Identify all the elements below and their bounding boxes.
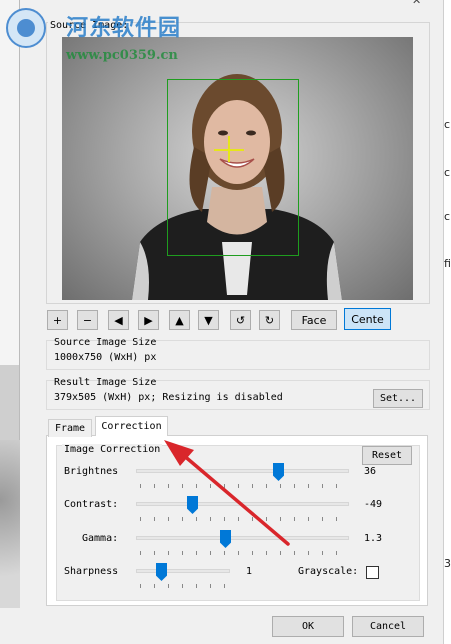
cancel-button[interactable]: Cancel	[352, 616, 424, 637]
brightness-value: 36	[364, 466, 377, 477]
zoom-in-button[interactable]: +	[47, 310, 68, 330]
face-button[interactable]: Face	[291, 310, 337, 330]
arrow-down-icon: ▼	[204, 313, 213, 327]
rotate-ccw-icon: ↺	[235, 313, 246, 327]
rotate-right-button[interactable]: ↻	[259, 310, 280, 330]
image-correction-label: Image Correction	[62, 444, 163, 455]
watermark-logo-icon	[6, 8, 46, 48]
crosshair-icon	[228, 136, 230, 162]
grayscale-checkbox[interactable]	[366, 566, 379, 579]
sharpness-track	[136, 569, 230, 573]
move-up-button[interactable]: ▲	[169, 310, 190, 330]
contrast-value: -49	[364, 499, 383, 510]
gamma-label: Gamma:	[82, 533, 119, 544]
background-window-left	[0, 0, 20, 608]
result-size-label: Result Image Size	[54, 377, 157, 388]
gamma-ticks	[140, 551, 348, 555]
center-button[interactable]: Cente	[344, 308, 391, 330]
sharpness-label: Sharpness	[64, 566, 119, 577]
background-snippet: c	[444, 210, 451, 223]
background-snippet: fi	[444, 257, 451, 270]
result-size-value: 379x505 (WxH) px; Resizing is disabled	[54, 392, 283, 403]
sharpness-ticks	[140, 584, 230, 588]
face-detection-box[interactable]	[167, 79, 299, 256]
set-size-button[interactable]: Set...	[373, 389, 423, 408]
annotation-arrow-icon	[164, 440, 290, 546]
tab-frame[interactable]: Frame	[48, 419, 92, 437]
background-snippet: c	[444, 166, 451, 179]
close-icon[interactable]: ✕	[412, 0, 421, 7]
background-window-right: c c c fi 3	[443, 0, 451, 644]
plus-icon: +	[52, 313, 63, 327]
brightness-label: Brightnes	[64, 466, 119, 477]
arrow-left-icon: ◀	[114, 313, 123, 327]
reset-button[interactable]: Reset	[362, 446, 412, 465]
contrast-label: Contrast:	[64, 499, 119, 510]
sharpness-value: 1	[246, 566, 253, 577]
watermark-url: www.pc0359.cn	[66, 48, 178, 63]
background-snippet: c	[444, 118, 451, 131]
minus-icon: −	[82, 313, 93, 327]
tab-correction[interactable]: Correction	[95, 416, 168, 436]
move-right-button[interactable]: ▶	[138, 310, 159, 330]
gamma-value: 1.3	[364, 533, 383, 544]
source-size-value: 1000x750 (WxH) px	[54, 352, 157, 363]
source-image-preview[interactable]	[62, 37, 413, 300]
move-down-button[interactable]: ▼	[198, 310, 219, 330]
arrow-up-icon: ▲	[175, 313, 184, 327]
arrow-right-icon: ▶	[144, 313, 153, 327]
rotate-cw-icon: ↻	[264, 313, 275, 327]
background-snippet: 3	[444, 557, 451, 570]
source-size-label: Source Image Size	[54, 337, 157, 348]
watermark-title: 河东软件园	[66, 16, 182, 41]
rotate-left-button[interactable]: ↺	[230, 310, 251, 330]
ok-button[interactable]: OK	[272, 616, 344, 637]
title-bar	[360, 0, 442, 10]
grayscale-label: Grayscale:	[298, 566, 359, 577]
move-left-button[interactable]: ◀	[108, 310, 129, 330]
zoom-out-button[interactable]: −	[77, 310, 98, 330]
